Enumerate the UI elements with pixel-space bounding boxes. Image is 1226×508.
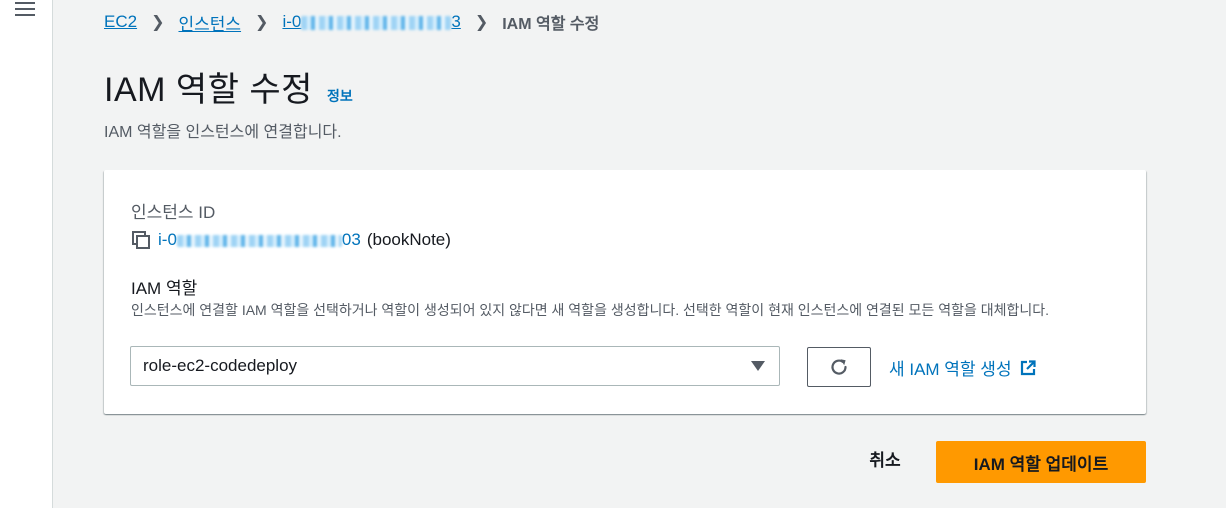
redacted-text <box>301 15 452 30</box>
update-iam-role-button[interactable]: IAM 역할 업데이트 <box>936 441 1146 483</box>
instance-name: (bookNote) <box>366 230 451 249</box>
caret-down-icon <box>751 361 765 371</box>
instance-id-link[interactable]: i-0 03 <box>158 230 361 250</box>
menu-icon[interactable] <box>15 2 35 18</box>
chevron-right-icon: ❯ <box>255 14 269 31</box>
iam-role-select[interactable]: role-ec2-codedeploy <box>130 346 780 386</box>
iam-role-label: IAM 역할 <box>131 279 198 298</box>
settings-panel: 인스턴스 ID i-0 03 (bookNote) IAM 역할 인스턴스에 연결… <box>104 170 1146 414</box>
breadcrumb-current: IAM 역할 수정 <box>502 16 600 33</box>
breadcrumb-ec2[interactable]: EC2 <box>104 12 137 32</box>
iam-role-selected-value: role-ec2-codedeploy <box>143 356 298 375</box>
iam-role-description: 인스턴스에 연결할 IAM 역할을 선택하거나 역할이 생성되어 있지 않다면 … <box>131 302 1050 318</box>
cancel-button[interactable]: 취소 <box>850 449 920 473</box>
instance-id-prefix: i-0 <box>158 230 177 249</box>
copy-icon[interactable] <box>132 231 150 249</box>
instance-id-label: 인스턴스 ID <box>131 203 216 222</box>
breadcrumb: EC2 ❯ 인스턴스 ❯ i-0 3 ❯ IAM 역할 수정 <box>104 8 599 36</box>
refresh-button[interactable] <box>807 347 871 387</box>
refresh-icon <box>831 359 847 375</box>
create-iam-role-link[interactable]: 새 IAM 역할 생성 <box>889 355 1036 380</box>
info-link[interactable]: 정보 <box>327 86 353 106</box>
chevron-right-icon: ❯ <box>151 14 165 31</box>
page-title: IAM 역할 수정 <box>104 71 313 109</box>
instance-row: i-0 03 (bookNote) <box>132 230 451 250</box>
create-iam-role-label: 새 IAM 역할 생성 <box>889 360 1012 379</box>
redacted-text <box>176 234 342 247</box>
breadcrumb-instance-prefix: i-0 <box>282 12 302 31</box>
side-navigation <box>0 0 53 508</box>
chevron-right-icon: ❯ <box>474 14 489 31</box>
breadcrumb-instance-suffix: 3 <box>451 12 461 31</box>
breadcrumb-instance-id[interactable]: i-0 3 <box>282 12 460 32</box>
page-header: IAM 역할 수정 정보 <box>104 62 353 111</box>
page-description: IAM 역할을 인스턴스에 연결합니다. <box>104 124 342 141</box>
external-link-icon <box>1020 359 1036 375</box>
breadcrumb-instances[interactable]: 인스턴스 <box>178 10 241 35</box>
instance-id-suffix: 03 <box>341 230 361 249</box>
